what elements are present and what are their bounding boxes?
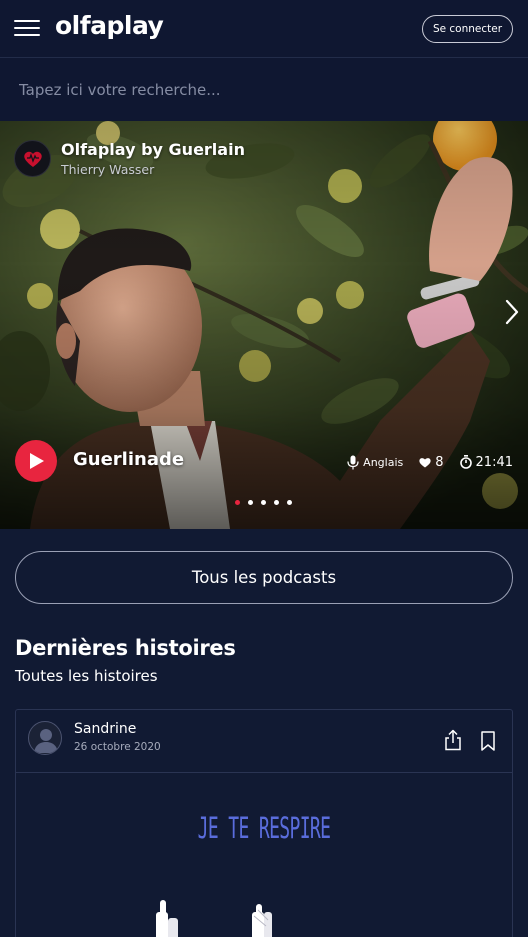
carousel-dots bbox=[235, 500, 292, 505]
login-button[interactable]: Se connecter bbox=[422, 15, 513, 43]
search-bar bbox=[0, 58, 528, 121]
likes-count: 8 bbox=[435, 454, 444, 470]
language-meta: Anglais bbox=[347, 455, 403, 470]
share-icon bbox=[445, 729, 461, 751]
play-icon bbox=[30, 453, 44, 469]
carousel-dot-4[interactable] bbox=[274, 500, 279, 505]
hamburger-icon bbox=[14, 20, 40, 22]
search-input[interactable] bbox=[19, 76, 509, 104]
author-name[interactable]: Sandrine bbox=[74, 721, 136, 737]
share-button[interactable] bbox=[443, 729, 463, 751]
bookmark-icon bbox=[481, 731, 495, 751]
story-illustration bbox=[156, 900, 272, 937]
carousel-next-button[interactable] bbox=[504, 297, 520, 327]
app-header: olfaplay Se connecter bbox=[0, 0, 528, 58]
carousel-dot-5[interactable] bbox=[287, 500, 292, 505]
likes-meta[interactable]: 8 bbox=[419, 454, 444, 470]
story-title[interactable]: JE TE RESPIRE bbox=[110, 811, 418, 845]
language-label: Anglais bbox=[363, 455, 404, 469]
microphone-icon bbox=[347, 455, 359, 469]
carousel-dot-1[interactable] bbox=[235, 500, 240, 505]
app-logo[interactable]: olfaplay bbox=[55, 11, 164, 40]
duration-meta: 21:41 bbox=[459, 454, 513, 470]
episode-title[interactable]: Guerlinade bbox=[73, 449, 184, 470]
story-card-header: Sandrine 26 octobre 2020 bbox=[16, 710, 512, 773]
carousel-dot-2[interactable] bbox=[248, 500, 253, 505]
channel-avatar[interactable] bbox=[14, 140, 51, 177]
all-stories-link[interactable]: Toutes les histoires bbox=[15, 667, 158, 685]
channel-title[interactable]: Olfaplay by Guerlain bbox=[61, 140, 245, 159]
heart-icon bbox=[419, 457, 431, 467]
bookmark-button[interactable] bbox=[480, 731, 496, 751]
user-icon bbox=[34, 729, 58, 753]
section-title: Dernières histoires bbox=[15, 636, 236, 660]
carousel-dot-3[interactable] bbox=[261, 500, 266, 505]
heart-logo-icon bbox=[24, 151, 42, 167]
channel-subtitle: Thierry Wasser bbox=[61, 162, 155, 177]
episode-meta: Anglais 8 21:41 bbox=[347, 453, 513, 471]
duration-label: 21:41 bbox=[475, 454, 513, 470]
post-date: 26 octobre 2020 bbox=[74, 741, 161, 753]
all-podcasts-button[interactable]: Tous les podcasts bbox=[15, 551, 513, 604]
stopwatch-icon bbox=[459, 455, 472, 469]
play-button[interactable] bbox=[15, 440, 57, 482]
menu-button[interactable] bbox=[14, 17, 42, 39]
chevron-right-icon bbox=[505, 299, 519, 325]
avatar[interactable] bbox=[28, 721, 62, 755]
hero-carousel[interactable]: Olfaplay by Guerlain Thierry Wasser Guer… bbox=[0, 121, 528, 529]
story-card[interactable]: Sandrine 26 octobre 2020 JE TE RESPIRE bbox=[15, 709, 513, 937]
